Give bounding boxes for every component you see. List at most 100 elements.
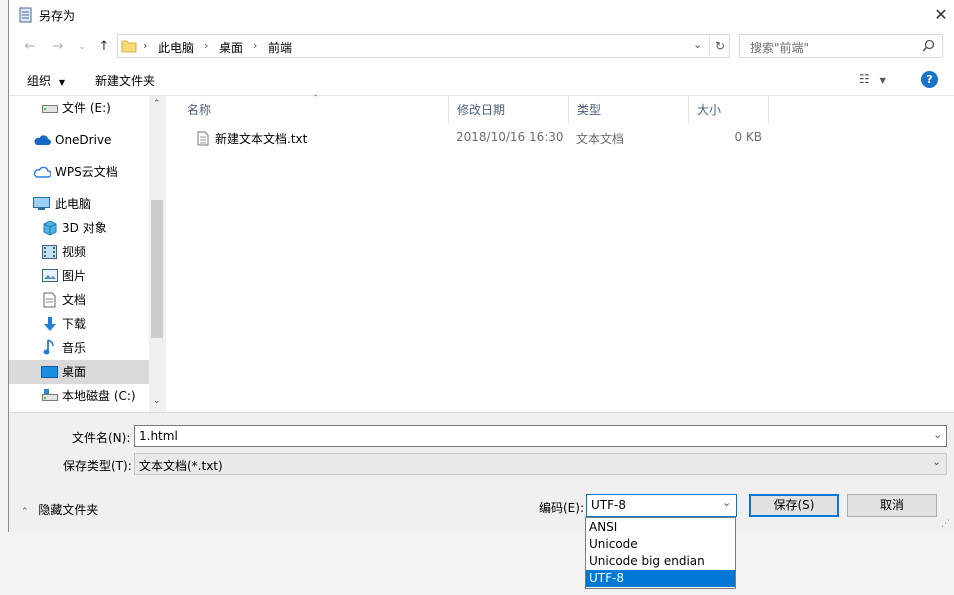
hide-folders-button[interactable]: ⌃ 隐藏文件夹: [21, 501, 98, 518]
nav-item-music[interactable]: 音乐: [9, 336, 149, 360]
nav-item-videos[interactable]: 视频: [9, 240, 149, 264]
breadcrumb-frontend[interactable]: 前端: [268, 39, 292, 56]
organize-menu[interactable]: 组织 ▼: [27, 72, 65, 89]
nav-item-label: WPS云文档: [55, 165, 118, 179]
help-button[interactable]: ?: [921, 71, 938, 88]
picture-icon: [42, 269, 58, 282]
nav-item-label: 图片: [62, 269, 87, 283]
nav-item-label: 桌面: [62, 365, 87, 379]
close-icon: ✕: [934, 5, 948, 24]
caret-down-icon: ▼: [58, 78, 65, 87]
scroll-up-icon[interactable]: ⌃: [153, 99, 161, 109]
navigation-pane: 文件 (E:) OneDrive WPS云文档 此电脑 3D 对象 视频 图片: [9, 96, 165, 412]
arrow-left-icon: ←: [24, 39, 36, 54]
video-icon: [42, 245, 57, 259]
filename-dropdown-icon[interactable]: ⌄: [933, 428, 942, 441]
nav-item-label: 视频: [62, 245, 87, 259]
notepad-icon: [19, 7, 33, 23]
recent-locations-button[interactable]: ⌄: [73, 39, 91, 55]
nav-item-label: 文件 (E:): [62, 101, 111, 115]
column-header-name[interactable]: 名称: [179, 96, 449, 124]
cloud-icon: [33, 134, 51, 146]
cloud-outline-icon: [33, 166, 51, 178]
nav-item-documents[interactable]: 文档: [9, 288, 149, 312]
column-header-type[interactable]: 类型: [569, 96, 689, 124]
address-bar[interactable]: › 此电脑 › 桌面 › 前端 ⌄ ↻: [117, 34, 730, 58]
scroll-down-icon[interactable]: ⌄: [153, 396, 161, 406]
file-name: 新建文本文档.txt: [215, 132, 308, 146]
nav-item-onedrive[interactable]: OneDrive: [9, 128, 149, 152]
search-box[interactable]: 搜索"前端": [739, 34, 943, 58]
up-button[interactable]: ↑: [95, 39, 113, 55]
breadcrumb-separator-icon: ›: [204, 39, 209, 52]
filename-input[interactable]: [134, 425, 947, 447]
save-button[interactable]: 保存(S): [749, 494, 839, 517]
chevron-down-icon: ⌄: [78, 42, 86, 52]
desktop-icon: [41, 366, 58, 378]
download-icon: [42, 316, 58, 332]
back-button[interactable]: ←: [21, 39, 39, 55]
nav-item-label: 文档: [62, 293, 87, 307]
organize-label: 组织: [27, 74, 52, 88]
close-button[interactable]: ✕: [927, 0, 954, 30]
breadcrumb-this-pc[interactable]: 此电脑: [158, 39, 194, 56]
encoding-option-ansi[interactable]: ANSI: [586, 519, 735, 536]
address-dropdown-icon[interactable]: ⌄: [693, 38, 702, 51]
cancel-button[interactable]: 取消: [847, 494, 937, 517]
address-row: ← → ⌄ ↑ › 此电脑 › 桌面 › 前端 ⌄ ↻ 搜索"前端": [9, 30, 954, 64]
filetype-select[interactable]: 文本文档(*.txt) ⌄: [134, 453, 947, 475]
search-icon: [922, 39, 935, 52]
view-list-icon: ☷: [859, 72, 870, 86]
nav-item-drive-e[interactable]: 文件 (E:): [9, 96, 149, 120]
chevron-down-icon: ⌄: [932, 455, 942, 468]
nav-item-label: 音乐: [62, 341, 87, 355]
breadcrumb-separator-icon: ›: [253, 39, 258, 52]
nav-item-pictures[interactable]: 图片: [9, 264, 149, 288]
nav-item-3d-objects[interactable]: 3D 对象: [9, 216, 149, 240]
file-type: 文本文档: [576, 132, 625, 146]
folder-icon: [121, 39, 137, 53]
resize-grip-icon[interactable]: ⋰: [941, 519, 950, 529]
view-options-button[interactable]: ☷ ▼: [859, 72, 886, 86]
refresh-icon[interactable]: ↻: [709, 35, 730, 57]
hide-folders-label: 隐藏文件夹: [38, 503, 99, 517]
nav-scrollbar-thumb[interactable]: [151, 200, 163, 338]
toolbar: 组织 ▼ 新建文件夹 ☷ ▼ ?: [9, 64, 954, 96]
nav-item-wps-cloud[interactable]: WPS云文档: [9, 160, 149, 184]
search-input[interactable]: 搜索"前端": [750, 39, 809, 56]
text-file-icon: [197, 131, 209, 146]
filetype-label: 保存类型(T):: [63, 459, 132, 473]
encoding-value: UTF-8: [591, 498, 626, 512]
column-header-size[interactable]: 大小: [689, 96, 769, 124]
forward-button[interactable]: →: [49, 39, 67, 55]
file-modified: 2018/10/16 16:30: [456, 130, 564, 144]
document-icon: [43, 292, 56, 308]
nav-item-local-disk-c[interactable]: 本地磁盘 (C:): [9, 384, 149, 408]
save-form: 文件名(N): ⌄ 保存类型(T): 文本文档(*.txt) ⌄ ⌃ 隐藏文件夹…: [9, 412, 954, 533]
filetype-value: 文本文档(*.txt): [139, 459, 223, 473]
save-as-dialog: 另存为 ✕ ← → ⌄ ↑ › 此电脑 › 桌面 › 前端 ⌄ ↻ 搜索"前端": [8, 0, 954, 533]
file-list: ⌃ 名称 修改日期 类型 大小 新建文本文档.txt 2018/10/16 16…: [166, 94, 954, 412]
nav-item-desktop[interactable]: 桌面: [9, 360, 149, 384]
breadcrumb-desktop[interactable]: 桌面: [219, 39, 243, 56]
title-bar: 另存为 ✕: [9, 0, 954, 30]
column-header-modified[interactable]: 修改日期: [449, 96, 569, 124]
nav-item-label: 此电脑: [55, 197, 92, 211]
cube-icon: [42, 220, 58, 236]
arrow-right-icon: →: [52, 39, 64, 54]
encoding-select[interactable]: UTF-8 ⌄: [586, 494, 737, 517]
file-row[interactable]: 新建文本文档.txt 2018/10/16 16:30 文本文档 0 KB: [179, 126, 779, 150]
encoding-dropdown-list: ANSI Unicode Unicode big endian UTF-8: [585, 517, 736, 589]
arrow-up-icon: ↑: [98, 39, 110, 54]
encoding-option-unicode-big-endian[interactable]: Unicode big endian: [586, 553, 735, 570]
nav-item-this-pc[interactable]: 此电脑: [9, 192, 149, 216]
filename-label: 文件名(N):: [72, 431, 131, 445]
encoding-option-unicode[interactable]: Unicode: [586, 536, 735, 553]
new-folder-button[interactable]: 新建文件夹: [95, 72, 155, 89]
nav-item-downloads[interactable]: 下载: [9, 312, 149, 336]
file-size: 0 KB: [734, 130, 762, 144]
music-icon: [43, 339, 55, 356]
computer-icon: [33, 197, 50, 211]
help-icon: ?: [926, 73, 933, 86]
encoding-option-utf8[interactable]: UTF-8: [586, 570, 735, 587]
